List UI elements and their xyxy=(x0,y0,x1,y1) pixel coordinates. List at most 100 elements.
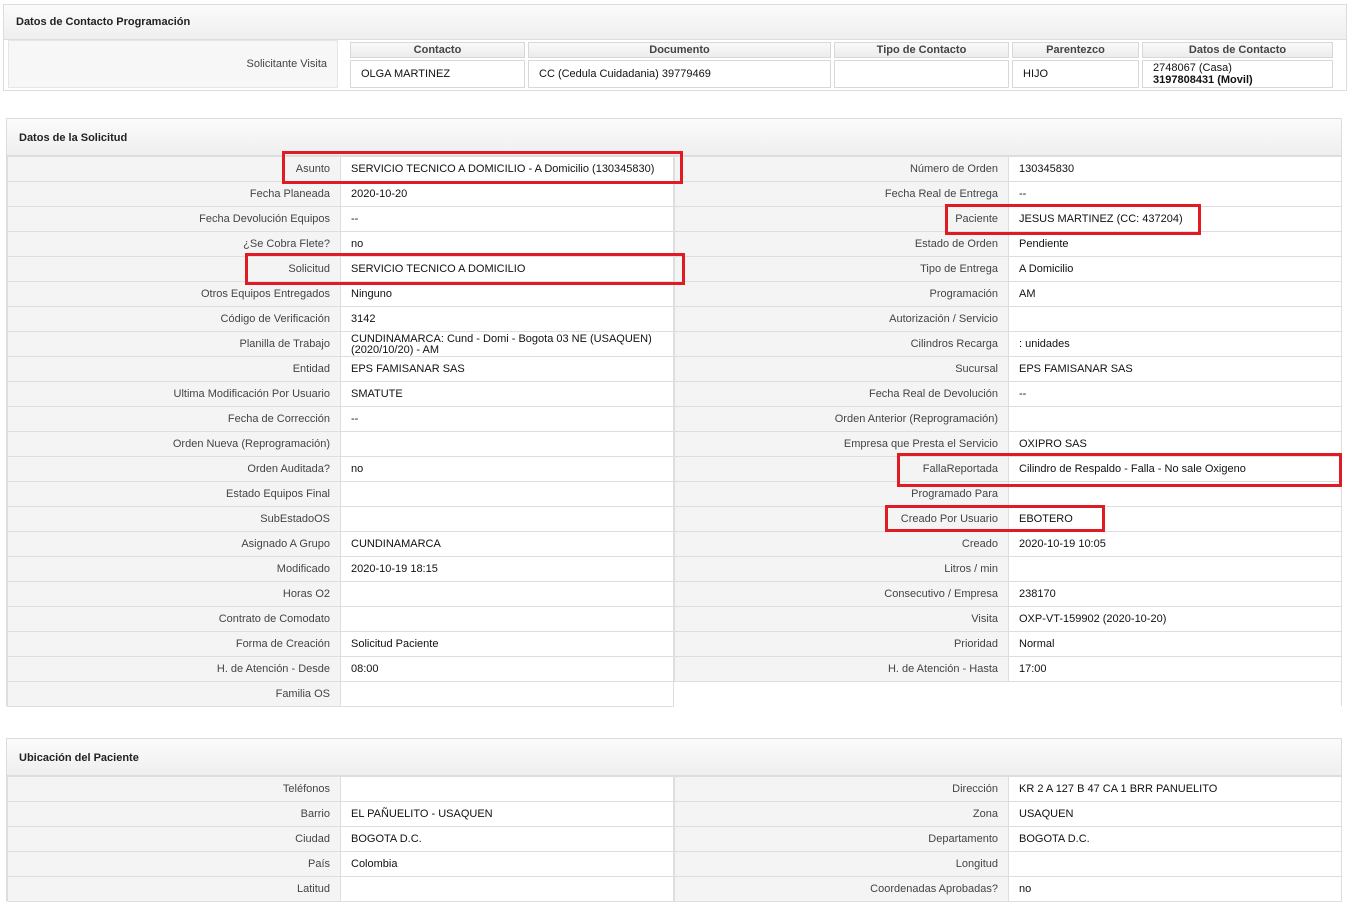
value-forma-de-creacion: Solicitud Paciente xyxy=(340,631,674,657)
contact-header-documento: Documento xyxy=(528,42,831,58)
value-empresa-que-presta-el-servicio: OXIPRO SAS xyxy=(1008,431,1342,457)
label-fallareportada: FallaReportada xyxy=(674,456,1009,482)
value-tipo-de-entrega: A Domicilio xyxy=(1008,256,1342,282)
label-contrato-de-comodato: Contrato de Comodato xyxy=(7,606,341,632)
contact-documento: CC (Cedula Cuidadania) 39779469 xyxy=(528,60,831,88)
contact-datos: 2748067 (Casa) 3197808431 (Movil) xyxy=(1142,60,1333,88)
solicitud-panel-title: Datos de la Solicitud xyxy=(7,119,1341,156)
value-solicitud: SERVICIO TECNICO A DOMICILIO xyxy=(340,256,674,282)
label-pais: País xyxy=(7,851,341,877)
value-telefonos xyxy=(340,776,674,802)
label-creado-por-usuario: Creado Por Usuario xyxy=(674,506,1009,532)
value-estado-equipos-final xyxy=(340,481,674,507)
value-numero-de-orden: 130345830 xyxy=(1008,156,1342,182)
contact-tipo xyxy=(834,60,1009,88)
label-asignado-a-grupo: Asignado A Grupo xyxy=(7,531,341,557)
value-asunto: SERVICIO TECNICO A DOMICILIO - A Domicil… xyxy=(340,156,674,182)
value-fecha-devolucion-equipos: -- xyxy=(340,206,674,232)
value-orden-auditada: no xyxy=(340,456,674,482)
value-familia-os xyxy=(340,681,674,707)
label-programacion: Programación xyxy=(674,281,1009,307)
value-consecutivo-empresa: 238170 xyxy=(1008,581,1342,607)
contact-phone-home: 2748067 (Casa) xyxy=(1153,62,1232,74)
label-solicitud: Solicitud xyxy=(7,256,341,282)
contact-row-label: Solicitante Visita xyxy=(8,40,338,88)
value-h-de-atencion-hasta: 17:00 xyxy=(1008,656,1342,682)
value-programacion: AM xyxy=(1008,281,1342,307)
contact-contacto: OLGA MARTINEZ xyxy=(350,60,525,88)
contact-header-contacto: Contacto xyxy=(350,42,525,58)
label-fecha-planeada: Fecha Planeada xyxy=(7,181,341,207)
label-empresa-que-presta-el-servicio: Empresa que Presta el Servicio xyxy=(674,431,1009,457)
label-fecha-de-correccion: Fecha de Corrección xyxy=(7,406,341,432)
value-zona: USAQUEN xyxy=(1008,801,1342,827)
label-se-cobra-flete: ¿Se Cobra Flete? xyxy=(7,231,341,257)
value-codigo-de-verificacion: 3142 xyxy=(340,306,674,332)
value-paciente: JESUS MARTINEZ (CC: 437204) xyxy=(1008,206,1342,232)
label-estado-equipos-final: Estado Equipos Final xyxy=(7,481,341,507)
value-ciudad: BOGOTA D.C. xyxy=(340,826,674,852)
value-creado: 2020-10-19 10:05 xyxy=(1008,531,1342,557)
label-barrio: Barrio xyxy=(7,801,341,827)
value-asignado-a-grupo: CUNDINAMARCA xyxy=(340,531,674,557)
value-horas-o2 xyxy=(340,581,674,607)
label-numero-de-orden: Número de Orden xyxy=(674,156,1009,182)
label-autorizacion-servicio: Autorización / Servicio xyxy=(674,306,1009,332)
value-barrio: EL PAÑUELITO - USAQUEN xyxy=(340,801,674,827)
label-horas-o2: Horas O2 xyxy=(7,581,341,607)
value-fecha-de-correccion: -- xyxy=(340,406,674,432)
value-orden-nueva-reprogramacion xyxy=(340,431,674,457)
value-entidad: EPS FAMISANAR SAS xyxy=(340,356,674,382)
value-visita: OXP-VT-159902 (2020-10-20) xyxy=(1008,606,1342,632)
value-ultima-modificacion-por-usuario: SMATUTE xyxy=(340,381,674,407)
label-longitud: Longitud xyxy=(674,851,1009,877)
label-direccion: Dirección xyxy=(674,776,1009,802)
contact-phone-mobile: 3197808431 (Movil) xyxy=(1153,74,1253,86)
label-fecha-real-de-entrega: Fecha Real de Entrega xyxy=(674,181,1009,207)
value-h-de-atencion-desde: 08:00 xyxy=(340,656,674,682)
value-creado-por-usuario: EBOTERO xyxy=(1008,506,1342,532)
label-ciudad: Ciudad xyxy=(7,826,341,852)
value-sucursal: EPS FAMISANAR SAS xyxy=(1008,356,1342,382)
label-visita: Visita xyxy=(674,606,1009,632)
label-creado: Creado xyxy=(674,531,1009,557)
label-orden-nueva-reprogramacion: Orden Nueva (Reprogramación) xyxy=(7,431,341,457)
value-longitud xyxy=(1008,851,1342,877)
label-otros-equipos-entregados: Otros Equipos Entregados xyxy=(7,281,341,307)
label-coordenadas-aprobadas: Coordenadas Aprobadas? xyxy=(674,876,1009,902)
label-fecha-devolucion-equipos: Fecha Devolución Equipos xyxy=(7,206,341,232)
label-estado-de-orden: Estado de Orden xyxy=(674,231,1009,257)
label-h-de-atencion-hasta: H. de Atención - Hasta xyxy=(674,656,1009,682)
label-telefonos: Teléfonos xyxy=(7,776,341,802)
value-cilindros-recarga: : unidades xyxy=(1008,331,1342,357)
value-departamento: BOGOTA D.C. xyxy=(1008,826,1342,852)
contact-header-tipo: Tipo de Contacto xyxy=(834,42,1009,58)
value-fallareportada: Cilindro de Respaldo - Falla - No sale O… xyxy=(1008,456,1342,482)
ubicacion-panel-title: Ubicación del Paciente xyxy=(7,739,1341,776)
value-latitud xyxy=(340,876,674,902)
label-paciente: Paciente xyxy=(674,206,1009,232)
label-programado-para: Programado Para xyxy=(674,481,1009,507)
label-latitud: Latitud xyxy=(7,876,341,902)
label-modificado: Modificado xyxy=(7,556,341,582)
contact-parentezco: HIJO xyxy=(1012,60,1139,88)
value-litros-min xyxy=(1008,556,1342,582)
contact-header-parentezco: Parentezco xyxy=(1012,42,1139,58)
label-entidad: Entidad xyxy=(7,356,341,382)
value-se-cobra-flete: no xyxy=(340,231,674,257)
label-codigo-de-verificacion: Código de Verificación xyxy=(7,306,341,332)
value-subestadoos xyxy=(340,506,674,532)
value-contrato-de-comodato xyxy=(340,606,674,632)
label-fecha-real-de-devolucion: Fecha Real de Devolución xyxy=(674,381,1009,407)
label-forma-de-creacion: Forma de Creación xyxy=(7,631,341,657)
contact-panel-title: Datos de Contacto Programación xyxy=(4,5,1346,40)
label-orden-anterior-reprogramacion: Orden Anterior (Reprogramación) xyxy=(674,406,1009,432)
value-programado-para xyxy=(1008,481,1342,507)
label-asunto: Asunto xyxy=(7,156,341,182)
label-prioridad: Prioridad xyxy=(674,631,1009,657)
label-tipo-de-entrega: Tipo de Entrega xyxy=(674,256,1009,282)
value-planilla-de-trabajo: CUNDINAMARCA: Cund - Domi - Bogota 03 NE… xyxy=(340,331,674,357)
label-consecutivo-empresa: Consecutivo / Empresa xyxy=(674,581,1009,607)
label-familia-os: Familia OS xyxy=(7,681,341,707)
label-h-de-atencion-desde: H. de Atención - Desde xyxy=(7,656,341,682)
